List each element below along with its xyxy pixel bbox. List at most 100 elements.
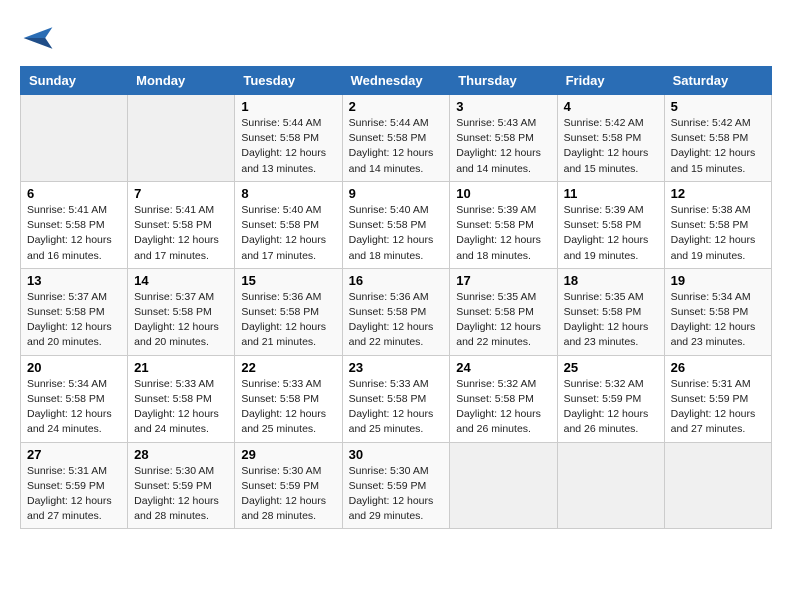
day-number: 14 xyxy=(134,273,228,288)
calendar-cell: 24 Sunrise: 5:32 AM Sunset: 5:58 PM Dayli… xyxy=(450,355,557,442)
calendar-cell: 25 Sunrise: 5:32 AM Sunset: 5:59 PM Dayli… xyxy=(557,355,664,442)
calendar-header: SundayMondayTuesdayWednesdayThursdayFrid… xyxy=(21,67,772,95)
day-number: 26 xyxy=(671,360,765,375)
day-number: 22 xyxy=(241,360,335,375)
calendar-cell: 5 Sunrise: 5:42 AM Sunset: 5:58 PM Daylig… xyxy=(664,95,771,182)
day-number: 9 xyxy=(349,186,444,201)
calendar-cell: 13 Sunrise: 5:37 AM Sunset: 5:58 PM Dayli… xyxy=(21,268,128,355)
day-number: 2 xyxy=(349,99,444,114)
day-info: Sunrise: 5:42 AM Sunset: 5:58 PM Dayligh… xyxy=(564,116,658,177)
calendar-cell: 4 Sunrise: 5:42 AM Sunset: 5:58 PM Daylig… xyxy=(557,95,664,182)
calendar-cell: 12 Sunrise: 5:38 AM Sunset: 5:58 PM Dayli… xyxy=(664,181,771,268)
day-number: 12 xyxy=(671,186,765,201)
calendar-cell: 7Sunrise: 5:41 AM Sunset: 5:58 PM Daylig… xyxy=(128,181,235,268)
day-number: 6 xyxy=(27,186,121,201)
days-of-week-row: SundayMondayTuesdayWednesdayThursdayFrid… xyxy=(21,67,772,95)
calendar-cell: 21 Sunrise: 5:33 AM Sunset: 5:58 PM Dayli… xyxy=(128,355,235,442)
day-number: 29 xyxy=(241,447,335,462)
day-info: Sunrise: 5:37 AM Sunset: 5:58 PM Dayligh… xyxy=(27,290,121,351)
page-header xyxy=(20,20,772,56)
day-number: 21 xyxy=(134,360,228,375)
calendar-cell: 3Sunrise: 5:43 AM Sunset: 5:58 PM Daylig… xyxy=(450,95,557,182)
calendar-cell: 1 Sunrise: 5:44 AM Sunset: 5:58 PM Daylig… xyxy=(235,95,342,182)
day-info: Sunrise: 5:35 AM Sunset: 5:58 PM Dayligh… xyxy=(564,290,658,351)
calendar-cell: 18 Sunrise: 5:35 AM Sunset: 5:58 PM Dayli… xyxy=(557,268,664,355)
calendar-cell xyxy=(21,95,128,182)
day-number: 1 xyxy=(241,99,335,114)
calendar-cell: 27 Sunrise: 5:31 AM Sunset: 5:59 PM Dayli… xyxy=(21,442,128,529)
day-number: 4 xyxy=(564,99,658,114)
day-info: Sunrise: 5:33 AM Sunset: 5:58 PM Dayligh… xyxy=(241,377,335,438)
calendar-cell: 29 Sunrise: 5:30 AM Sunset: 5:59 PM Dayli… xyxy=(235,442,342,529)
logo xyxy=(20,20,60,56)
day-info: Sunrise: 5:40 AM Sunset: 5:58 PM Dayligh… xyxy=(349,203,444,264)
calendar-cell: 2 Sunrise: 5:44 AM Sunset: 5:58 PM Daylig… xyxy=(342,95,450,182)
calendar-cell: 8Sunrise: 5:40 AM Sunset: 5:58 PM Daylig… xyxy=(235,181,342,268)
day-number: 28 xyxy=(134,447,228,462)
day-number: 15 xyxy=(241,273,335,288)
day-number: 23 xyxy=(349,360,444,375)
calendar-body: 1 Sunrise: 5:44 AM Sunset: 5:58 PM Daylig… xyxy=(21,95,772,529)
day-number: 20 xyxy=(27,360,121,375)
day-number: 5 xyxy=(671,99,765,114)
calendar-cell: 6 Sunrise: 5:41 AM Sunset: 5:58 PM Daylig… xyxy=(21,181,128,268)
calendar-week-2: 13 Sunrise: 5:37 AM Sunset: 5:58 PM Dayli… xyxy=(21,268,772,355)
calendar-cell xyxy=(450,442,557,529)
day-number: 27 xyxy=(27,447,121,462)
calendar-cell: 30 Sunrise: 5:30 AM Sunset: 5:59 PM Dayli… xyxy=(342,442,450,529)
day-number: 11 xyxy=(564,186,658,201)
calendar-cell xyxy=(128,95,235,182)
day-info: Sunrise: 5:36 AM Sunset: 5:58 PM Dayligh… xyxy=(241,290,335,351)
day-info: Sunrise: 5:41 AM Sunset: 5:58 PM Dayligh… xyxy=(27,203,121,264)
day-number: 13 xyxy=(27,273,121,288)
day-info: Sunrise: 5:34 AM Sunset: 5:58 PM Dayligh… xyxy=(671,290,765,351)
day-info: Sunrise: 5:43 AM Sunset: 5:58 PM Dayligh… xyxy=(456,116,550,177)
day-number: 16 xyxy=(349,273,444,288)
day-info: Sunrise: 5:31 AM Sunset: 5:59 PM Dayligh… xyxy=(27,464,121,525)
day-info: Sunrise: 5:37 AM Sunset: 5:58 PM Dayligh… xyxy=(134,290,228,351)
day-info: Sunrise: 5:44 AM Sunset: 5:58 PM Dayligh… xyxy=(349,116,444,177)
logo-icon xyxy=(20,20,56,56)
calendar-cell: 15 Sunrise: 5:36 AM Sunset: 5:58 PM Dayli… xyxy=(235,268,342,355)
calendar-cell xyxy=(664,442,771,529)
day-header-saturday: Saturday xyxy=(664,67,771,95)
calendar-cell: 16 Sunrise: 5:36 AM Sunset: 5:58 PM Dayli… xyxy=(342,268,450,355)
calendar-cell xyxy=(557,442,664,529)
day-info: Sunrise: 5:33 AM Sunset: 5:58 PM Dayligh… xyxy=(349,377,444,438)
calendar-cell: 11Sunrise: 5:39 AM Sunset: 5:58 PM Dayli… xyxy=(557,181,664,268)
day-info: Sunrise: 5:34 AM Sunset: 5:58 PM Dayligh… xyxy=(27,377,121,438)
calendar-cell: 26Sunrise: 5:31 AM Sunset: 5:59 PM Dayli… xyxy=(664,355,771,442)
calendar-cell: 9 Sunrise: 5:40 AM Sunset: 5:58 PM Daylig… xyxy=(342,181,450,268)
day-info: Sunrise: 5:33 AM Sunset: 5:58 PM Dayligh… xyxy=(134,377,228,438)
day-header-thursday: Thursday xyxy=(450,67,557,95)
calendar-week-3: 20 Sunrise: 5:34 AM Sunset: 5:58 PM Dayli… xyxy=(21,355,772,442)
day-info: Sunrise: 5:38 AM Sunset: 5:58 PM Dayligh… xyxy=(671,203,765,264)
day-info: Sunrise: 5:32 AM Sunset: 5:58 PM Dayligh… xyxy=(456,377,550,438)
day-number: 8 xyxy=(241,186,335,201)
day-info: Sunrise: 5:44 AM Sunset: 5:58 PM Dayligh… xyxy=(241,116,335,177)
calendar-cell: 14 Sunrise: 5:37 AM Sunset: 5:58 PM Dayli… xyxy=(128,268,235,355)
day-number: 17 xyxy=(456,273,550,288)
day-number: 18 xyxy=(564,273,658,288)
day-header-wednesday: Wednesday xyxy=(342,67,450,95)
day-info: Sunrise: 5:36 AM Sunset: 5:58 PM Dayligh… xyxy=(349,290,444,351)
day-number: 30 xyxy=(349,447,444,462)
calendar-cell: 22 Sunrise: 5:33 AM Sunset: 5:58 PM Dayli… xyxy=(235,355,342,442)
day-number: 19 xyxy=(671,273,765,288)
calendar-cell: 10 Sunrise: 5:39 AM Sunset: 5:58 PM Dayli… xyxy=(450,181,557,268)
day-info: Sunrise: 5:41 AM Sunset: 5:58 PM Dayligh… xyxy=(134,203,228,264)
day-number: 25 xyxy=(564,360,658,375)
day-info: Sunrise: 5:30 AM Sunset: 5:59 PM Dayligh… xyxy=(349,464,444,525)
calendar-cell: 19 Sunrise: 5:34 AM Sunset: 5:58 PM Dayli… xyxy=(664,268,771,355)
day-info: Sunrise: 5:30 AM Sunset: 5:59 PM Dayligh… xyxy=(241,464,335,525)
day-info: Sunrise: 5:32 AM Sunset: 5:59 PM Dayligh… xyxy=(564,377,658,438)
day-info: Sunrise: 5:42 AM Sunset: 5:58 PM Dayligh… xyxy=(671,116,765,177)
day-info: Sunrise: 5:39 AM Sunset: 5:58 PM Dayligh… xyxy=(456,203,550,264)
day-header-monday: Monday xyxy=(128,67,235,95)
day-header-tuesday: Tuesday xyxy=(235,67,342,95)
day-header-friday: Friday xyxy=(557,67,664,95)
day-number: 24 xyxy=(456,360,550,375)
calendar-week-0: 1 Sunrise: 5:44 AM Sunset: 5:58 PM Daylig… xyxy=(21,95,772,182)
day-number: 10 xyxy=(456,186,550,201)
calendar-cell: 28Sunrise: 5:30 AM Sunset: 5:59 PM Dayli… xyxy=(128,442,235,529)
